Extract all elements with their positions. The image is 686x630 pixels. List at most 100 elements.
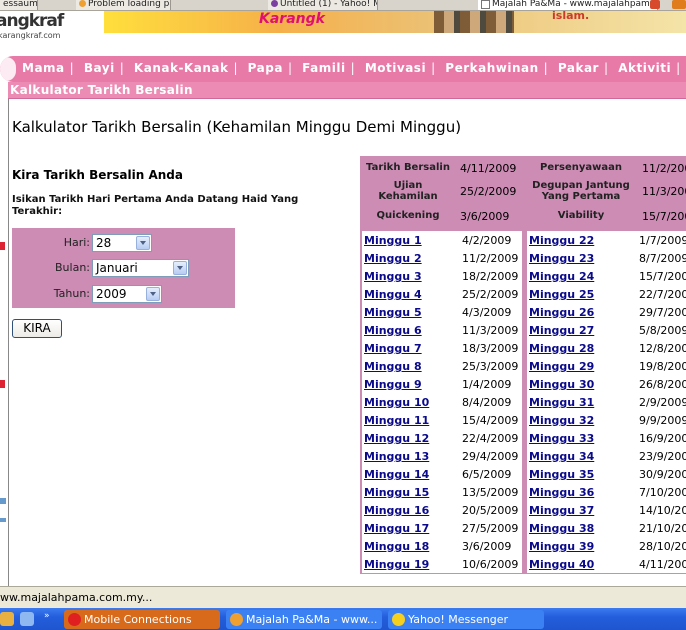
week-date: 1/7/2009	[639, 234, 686, 247]
firefox-icon	[79, 0, 86, 7]
week-link[interactable]: Minggu 28	[529, 342, 594, 355]
form-title: Kira Tarikh Bersalin Anda	[12, 168, 183, 182]
week-link[interactable]: Minggu 3	[364, 270, 422, 283]
week-date: 18/2/2009	[462, 270, 519, 283]
week-row: Minggu 10 8/4/2009	[362, 393, 522, 411]
site-logo[interactable]: angkraf karangkraf.com	[0, 11, 92, 51]
week-link[interactable]: Minggu 12	[364, 432, 429, 445]
year-select[interactable]: 2009	[92, 285, 162, 303]
chevron-icon[interactable]: »	[44, 611, 50, 621]
week-link[interactable]: Minggu 8	[364, 360, 422, 373]
week-link[interactable]: Minggu 9	[364, 378, 422, 391]
week-link[interactable]: Minggu 6	[364, 324, 422, 337]
week-link[interactable]: Minggu 26	[529, 306, 594, 319]
week-link[interactable]: Minggu 10	[364, 396, 429, 409]
promo-banner[interactable]: Karangk islam.	[104, 11, 686, 33]
week-link[interactable]: Minggu 30	[529, 378, 594, 391]
week-row: Minggu 2 11/2/2009	[362, 249, 522, 267]
tab-label: Majalah Pa&Ma - www.majalahpama.com.my	[492, 0, 658, 9]
weeks-column-left: Minggu 1 4/2/2009 Minggu 2 11/2/2009 Min…	[362, 231, 522, 573]
week-link[interactable]: Minggu 23	[529, 252, 594, 265]
nav-item-pakar[interactable]: Pakar	[558, 61, 599, 75]
quicklaunch-icon[interactable]	[0, 612, 14, 626]
day-select[interactable]: 28	[92, 234, 152, 252]
nav-item-papa[interactable]: Papa	[248, 61, 283, 75]
week-link[interactable]: Minggu 35	[529, 468, 594, 481]
week-row: Minggu 5 4/3/2009	[362, 303, 522, 321]
nav-item-motivasi[interactable]: Motivasi	[365, 61, 426, 75]
week-link[interactable]: Minggu 39	[529, 540, 594, 553]
close-tab-icon[interactable]	[650, 0, 660, 9]
week-link[interactable]: Minggu 25	[529, 288, 594, 301]
nav-item-aktiviti[interactable]: Aktiviti	[618, 61, 671, 75]
week-link[interactable]: Minggu 29	[529, 360, 594, 373]
week-link[interactable]: Minggu 1	[364, 234, 422, 247]
browser-tab[interactable]: Problem loading page	[76, 0, 171, 10]
page-icon	[481, 0, 490, 9]
promo-text-right: islam.	[552, 11, 590, 22]
month-select[interactable]: Januari	[92, 259, 189, 277]
week-link[interactable]: Minggu 27	[529, 324, 594, 337]
week-link[interactable]: Minggu 7	[364, 342, 422, 355]
taskbar-button-mobile-connections[interactable]: Mobile Connections	[64, 610, 220, 629]
week-link[interactable]: Minggu 5	[364, 306, 422, 319]
chevron-down-icon[interactable]	[146, 287, 160, 301]
week-link[interactable]: Minggu 33	[529, 432, 594, 445]
week-link[interactable]: Minggu 14	[364, 468, 429, 481]
week-link[interactable]: Minggu 18	[364, 540, 429, 553]
week-link[interactable]: Minggu 38	[529, 522, 594, 535]
week-link[interactable]: Minggu 32	[529, 414, 594, 427]
nav-item-bayi[interactable]: Bayi	[84, 61, 115, 75]
week-row: Minggu 6 11/3/2009	[362, 321, 522, 339]
week-link[interactable]: Minggu 16	[364, 504, 429, 517]
taskbar-button-firefox[interactable]: Majalah Pa&Ma - www...	[226, 610, 382, 629]
week-row: Minggu 14 6/5/2009	[362, 465, 522, 483]
week-row: Minggu 35 30/9/2009	[527, 465, 686, 483]
summary-label: Tarikh Bersalin	[366, 162, 450, 173]
week-date: 7/10/2009	[639, 486, 686, 499]
nav-item-famili[interactable]: Famili	[302, 61, 345, 75]
week-link[interactable]: Minggu 40	[529, 558, 594, 571]
week-row: Minggu 26 29/7/2009	[527, 303, 686, 321]
chevron-down-icon[interactable]	[173, 261, 187, 275]
week-row: Minggu 36 7/10/2009	[527, 483, 686, 501]
week-link[interactable]: Minggu 31	[529, 396, 594, 409]
week-link[interactable]: Minggu 13	[364, 450, 429, 463]
year-row: Tahun: 2009	[12, 283, 235, 305]
week-link[interactable]: Minggu 37	[529, 504, 594, 517]
week-link[interactable]: Minggu 11	[364, 414, 429, 427]
week-row: Minggu 13 29/4/2009	[362, 447, 522, 465]
browser-tab[interactable]: essaum.	[0, 0, 38, 10]
results-table: Tarikh Bersalin 4/11/2009 Persenyawaan 1…	[360, 156, 686, 574]
week-link[interactable]: Minggu 4	[364, 288, 422, 301]
week-row: Minggu 22 1/7/2009	[527, 231, 686, 249]
chevron-down-icon[interactable]	[136, 236, 150, 250]
yahoo-icon	[271, 0, 278, 7]
week-date: 10/6/2009	[462, 558, 519, 571]
week-link[interactable]: Minggu 15	[364, 486, 429, 499]
week-row: Minggu 7 18/3/2009	[362, 339, 522, 357]
week-link[interactable]: Minggu 36	[529, 486, 594, 499]
week-link[interactable]: Minggu 17	[364, 522, 429, 535]
nav-item-perkahwinan[interactable]: Perkahwinan	[445, 61, 538, 75]
nav-item-mama[interactable]: Mama	[22, 61, 65, 75]
week-date: 29/7/2009	[639, 306, 686, 319]
week-link[interactable]: Minggu 24	[529, 270, 594, 283]
menu-icon[interactable]	[672, 0, 686, 9]
browser-tab-active[interactable]: Majalah Pa&Ma - www.majalahpama.com.my	[478, 0, 658, 10]
day-label: Hari:	[63, 236, 90, 249]
calculate-button[interactable]: KIRA	[12, 319, 62, 338]
taskbar-button-yahoo-messenger[interactable]: Yahoo! Messenger	[388, 610, 544, 629]
week-link[interactable]: Minggu 2	[364, 252, 422, 265]
week-row: Minggu 4 25/2/2009	[362, 285, 522, 303]
week-row: Minggu 24 15/7/2009	[527, 267, 686, 285]
week-link[interactable]: Minggu 34	[529, 450, 594, 463]
quicklaunch-icon[interactable]	[20, 612, 34, 626]
week-link[interactable]: Minggu 22	[529, 234, 594, 247]
browser-tab[interactable]: Untitled (1) - Yahoo! Mail	[268, 0, 378, 10]
week-link[interactable]: Minggu 19	[364, 558, 429, 571]
week-row: Minggu 16 20/5/2009	[362, 501, 522, 519]
year-label: Tahun:	[53, 287, 90, 300]
nav-item-kanak-kanak[interactable]: Kanak-Kanak	[134, 61, 229, 75]
summary-label: Quickening	[376, 210, 440, 221]
